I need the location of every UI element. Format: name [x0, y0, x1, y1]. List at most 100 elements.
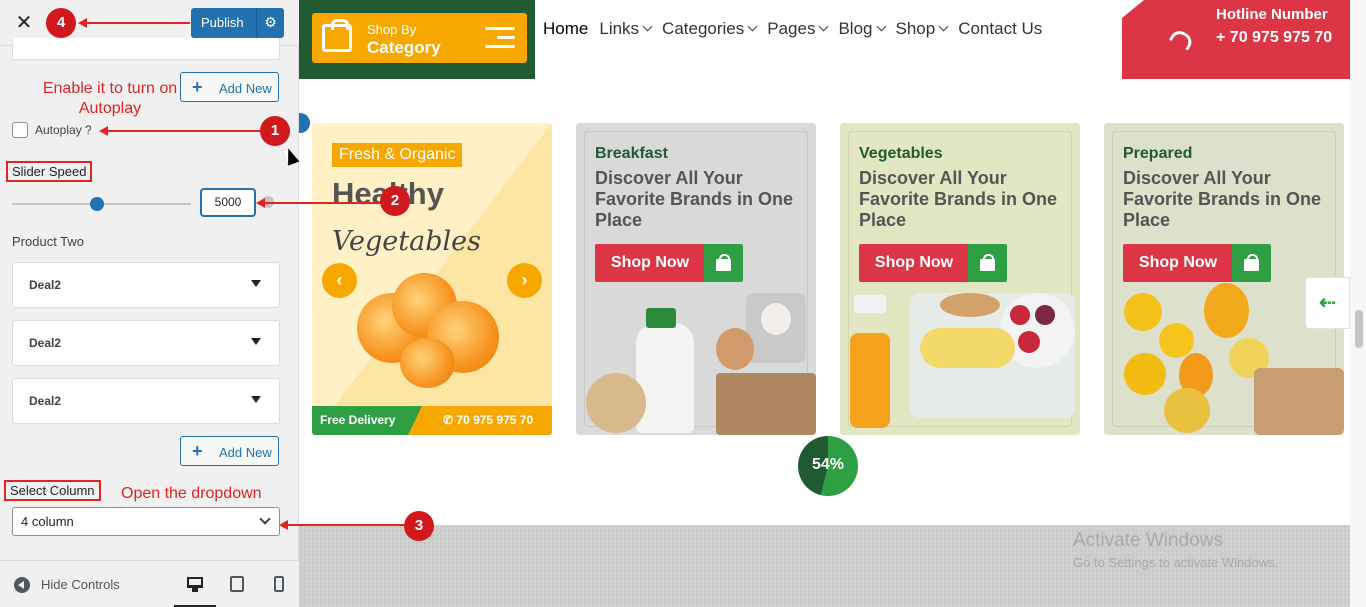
select-column-label: Select Column	[4, 480, 101, 501]
promo-heading: Discover All Your Favorite Brands in One…	[859, 168, 1058, 230]
nav-item-home[interactable]: Home	[543, 19, 588, 41]
edit-shortcut-icon[interactable]	[299, 113, 310, 133]
scrollbar-thumb[interactable]	[1355, 310, 1363, 348]
product-two-label: Product Two	[12, 234, 85, 249]
nav-item-label: Home	[543, 19, 589, 38]
plus-icon: +	[192, 77, 203, 97]
promo-heading: Discover All Your Favorite Brands in One…	[595, 168, 794, 230]
caret-down-icon	[251, 396, 261, 403]
hero-subtitle: Vegetables	[332, 226, 481, 257]
deal-select-2[interactable]: Deal2	[12, 320, 280, 366]
cart-icon[interactable]	[1232, 244, 1271, 282]
collapse-icon[interactable]	[14, 577, 30, 593]
desktop-preview-icon[interactable]	[187, 575, 205, 593]
menu-icon	[485, 27, 515, 54]
promo-category: Prepared	[1123, 145, 1193, 162]
hotline-number[interactable]: + 70 975 975 70	[1216, 26, 1336, 50]
dropdown-annotation: Open the dropdown	[121, 485, 262, 502]
step-marker-3: 3	[404, 511, 434, 541]
site-header: Shop By Category Home Links Categories Page…	[299, 0, 1366, 79]
scrollbar[interactable]	[1350, 0, 1366, 607]
category-block: Shop By Category	[299, 0, 535, 79]
add-new-button-2[interactable]: + Add New	[180, 436, 279, 466]
activate-windows-title: Activate Windows	[1073, 530, 1223, 551]
promo-category: Vegetables	[859, 145, 943, 162]
annotation-arrow	[99, 126, 260, 136]
publish-label: Publish	[201, 15, 244, 30]
chevron-down-icon	[819, 21, 829, 32]
hotline-title: Hotline Number	[1216, 6, 1328, 23]
select-column-dropdown[interactable]: 4 column	[12, 507, 280, 536]
deal-select-1[interactable]: Deal2	[12, 262, 280, 308]
nav-item-label: Shop	[895, 19, 936, 38]
promo-card-vegetables: Vegetables Discover All Your Favorite Br…	[840, 123, 1080, 435]
autoplay-annotation: Enable it to turn on Autoplay	[42, 80, 178, 117]
cart-icon[interactable]	[968, 244, 1007, 282]
promo-heading: Discover All Your Favorite Brands in One…	[1123, 168, 1322, 230]
progress-circle: 54%	[798, 436, 858, 496]
free-delivery-label: Free Delivery	[320, 413, 396, 427]
nav-item-blog[interactable]: Blog	[838, 19, 886, 41]
fresh-organic-badge: Fresh & Organic	[332, 143, 463, 167]
shopping-bag-icon	[322, 19, 352, 52]
mobile-preview-icon[interactable]	[271, 575, 289, 593]
deal-select-value: Deal2	[29, 394, 62, 408]
step-marker-2: 2	[380, 186, 410, 216]
chevron-down-icon	[259, 513, 271, 525]
autoplay-label: Autoplay ?	[35, 123, 92, 137]
deal-select-3[interactable]: Deal2	[12, 378, 280, 424]
nav-item-contact-us[interactable]: Contact Us	[958, 19, 1042, 41]
autoplay-checkbox[interactable]	[12, 122, 28, 138]
slider-speed-thumb[interactable]	[90, 197, 104, 211]
cart-icon[interactable]	[704, 244, 743, 282]
nav-item-pages[interactable]: Pages	[767, 19, 829, 41]
activate-windows-subtitle: Go to Settings to activate Windows.	[1073, 555, 1279, 570]
add-new-label: Add New	[219, 445, 272, 460]
shop-by-label: Shop By	[367, 22, 417, 37]
tablet-preview-icon[interactable]	[229, 575, 247, 593]
breakfast-image	[576, 293, 816, 435]
hide-controls-button[interactable]: Hide Controls	[41, 577, 120, 592]
caret-down-icon	[251, 338, 261, 345]
chevron-down-icon	[938, 21, 949, 32]
nav-item-label: Blog	[838, 19, 873, 38]
hotline-corner	[1122, 0, 1144, 18]
previous-field[interactable]	[12, 38, 280, 60]
nav-item-categories[interactable]: Categories	[662, 19, 758, 41]
publish-button[interactable]: Publish ⚙	[191, 8, 284, 38]
vegetables-image	[840, 293, 1080, 435]
slider-speed-label: Slider Speed	[6, 161, 93, 182]
arrow-left-icon: ⇠	[1319, 292, 1336, 314]
promo-card-breakfast: Breakfast Discover All Your Favorite Bra…	[576, 123, 816, 435]
nav-item-label: Contact Us	[958, 19, 1043, 38]
deal-select-value: Deal2	[29, 278, 62, 292]
nav-item-links[interactable]: Links	[599, 19, 653, 41]
shop-now-button[interactable]: Shop Now	[859, 244, 969, 282]
nav-item-label: Links	[599, 19, 640, 38]
side-toggle-button[interactable]: ⇠	[1305, 277, 1350, 329]
panel-footer: Hide Controls	[0, 560, 299, 607]
slider-prev-button[interactable]: ‹	[322, 263, 357, 298]
nav-item-shop[interactable]: Shop	[895, 19, 949, 41]
slider-speed-input[interactable]: 5000	[200, 188, 256, 217]
shop-now-button[interactable]: Shop Now	[1123, 244, 1233, 282]
step-marker-1: 1	[260, 116, 290, 146]
shop-now-button[interactable]: Shop Now	[595, 244, 705, 282]
add-new-button[interactable]: + Add New	[180, 72, 279, 102]
close-icon[interactable]: ✕	[8, 6, 40, 38]
shop-by-category-button[interactable]: Shop By Category	[312, 13, 527, 63]
annotation-arrow	[78, 18, 190, 28]
nav-item-label: Pages	[767, 19, 816, 38]
hero-slide-card: Fresh & Organic Healthy Vegetables ‹ › F…	[312, 123, 552, 435]
site-preview: Shop By Category Home Links Categories Page…	[299, 0, 1366, 607]
chevron-down-icon	[876, 21, 886, 32]
category-label: Category	[367, 38, 441, 57]
chevron-down-icon	[642, 21, 653, 32]
deal-select-value: Deal2	[29, 336, 62, 350]
gear-icon[interactable]: ⚙	[256, 8, 284, 38]
delivery-phone: ✆ 70 975 975 70	[443, 413, 534, 427]
slider-next-button[interactable]: ›	[507, 263, 542, 298]
plus-icon: +	[192, 441, 203, 461]
orange-image	[400, 338, 455, 388]
step-marker-4: 4	[46, 8, 76, 38]
